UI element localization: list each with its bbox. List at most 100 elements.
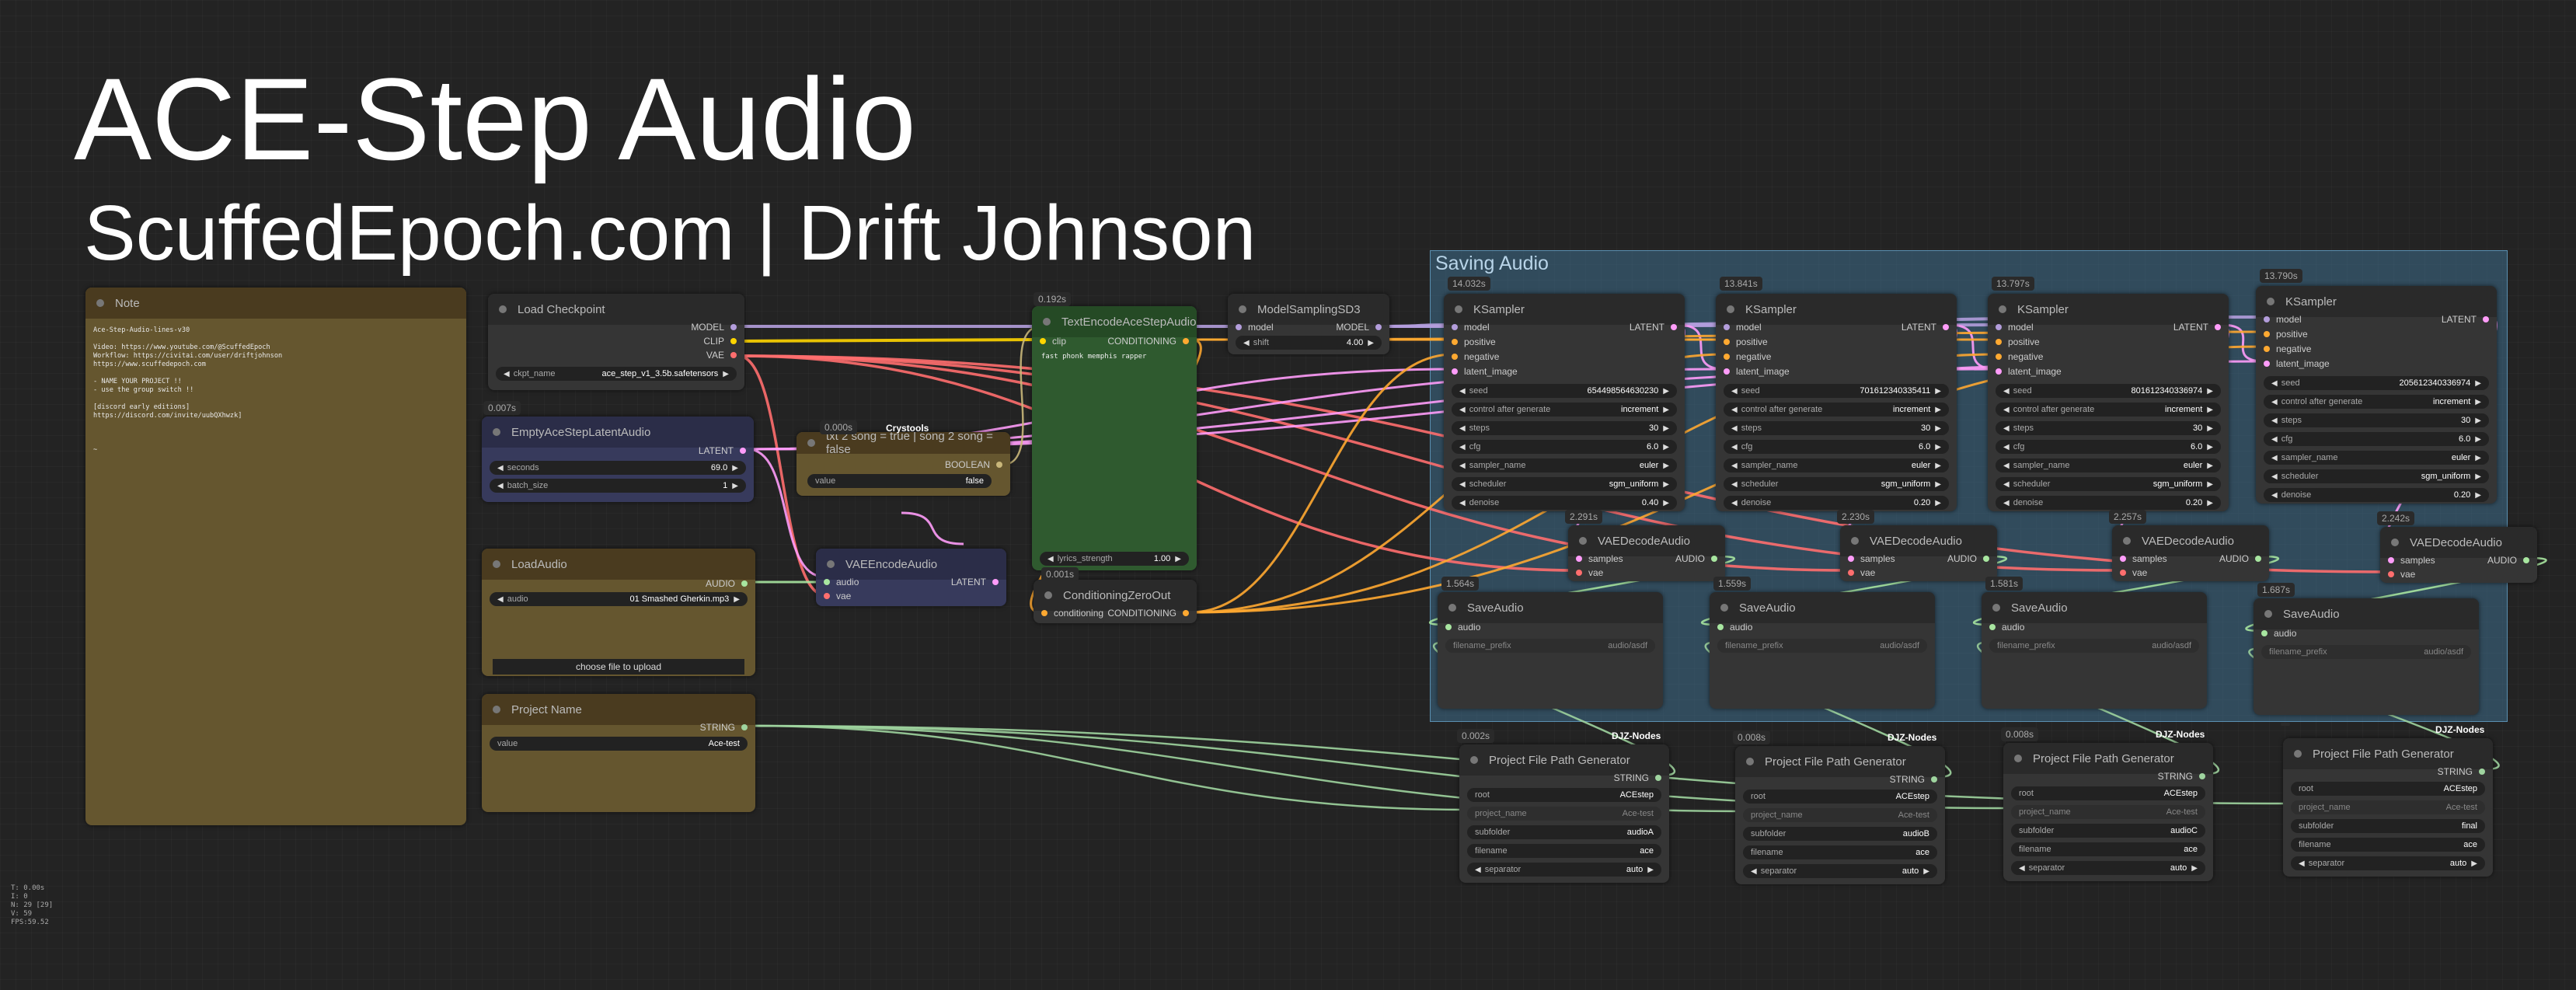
input-conditioning[interactable]: conditioning (1041, 608, 1103, 619)
input-samples[interactable]: samples (1576, 553, 1623, 564)
denoise-widget[interactable]: ◀ denoise 0.20 ▶ (1724, 496, 1949, 510)
node-header[interactable]: VAEDecodeAudio (1840, 525, 1997, 556)
node-header[interactable]: KSampler (1444, 294, 1685, 325)
input-audio[interactable]: audio (1717, 622, 1752, 633)
link-wire[interactable] (901, 511, 964, 546)
output-audio[interactable]: AUDIO (1947, 553, 1989, 564)
collapse-dot-icon[interactable] (1579, 537, 1587, 545)
output-latent[interactable]: LATENT (2442, 314, 2489, 325)
switch-node[interactable]: txt 2 song = true | song 2 song = false … (797, 432, 1010, 496)
input-vae[interactable]: vae (824, 591, 851, 601)
node-header[interactable]: EmptyAceStepLatentAudio (482, 417, 754, 448)
input-vae[interactable]: vae (2388, 569, 2415, 580)
input-positive[interactable]: positive (1452, 336, 1496, 347)
input-negative[interactable]: negative (2264, 343, 2311, 354)
input-model[interactable]: model (1724, 322, 1762, 333)
input-positive[interactable]: positive (1996, 336, 2040, 347)
steps-widget[interactable]: ◀ steps 30 ▶ (1996, 421, 2221, 435)
node-header[interactable]: KSampler (1716, 294, 1957, 325)
collapse-dot-icon[interactable] (1746, 758, 1754, 765)
cfg-widget[interactable]: ◀ cfg 6.0 ▶ (1724, 440, 1949, 454)
conditioning-zero-out-node[interactable]: ConditioningZeroOut conditioning CONDITI… (1034, 580, 1197, 623)
collapse-dot-icon[interactable] (493, 428, 500, 436)
collapse-dot-icon[interactable] (1470, 756, 1478, 764)
output-latent[interactable]: LATENT (1901, 322, 1949, 333)
output-conditioning[interactable]: CONDITIONING (1107, 336, 1189, 347)
node-header[interactable]: KSampler (1988, 294, 2229, 325)
separator-combo[interactable]: ◀ separator auto ▶ (1743, 864, 1937, 878)
collapse-dot-icon[interactable] (2391, 539, 2399, 546)
filename-input[interactable]: filename ace (2011, 842, 2205, 856)
subfolder-input[interactable]: subfolder audioB (1743, 827, 1937, 841)
input-latent-image[interactable]: latent_image (2264, 358, 2330, 369)
collapse-dot-icon[interactable] (2014, 755, 2022, 762)
vae-decode-node[interactable]: VAEDecodeAudio samples AUDIO vae (1840, 525, 1997, 581)
collapse-dot-icon[interactable] (1044, 591, 1052, 599)
node-header[interactable]: VAEDecodeAudio (2380, 527, 2537, 558)
control-after-generate-combo[interactable]: ◀ control after generate increment ▶ (1724, 403, 1949, 417)
text-encode-node[interactable]: TextEncodeAceStepAudio clip CONDITIONING… (1032, 306, 1197, 570)
separator-combo[interactable]: ◀ separator auto ▶ (2011, 861, 2205, 875)
input-negative[interactable]: negative (1724, 351, 1771, 362)
link-wire[interactable] (737, 338, 1042, 343)
sampler-name-combo[interactable]: ◀ sampler_name euler ▶ (1452, 458, 1677, 472)
project-file-path-generator-node[interactable]: Project File Path Generator STRING root A… (1459, 744, 1669, 883)
node-header[interactable]: txt 2 song = true | song 2 song = false (797, 432, 1010, 456)
subfolder-input[interactable]: subfolder final (2291, 819, 2485, 833)
node-header[interactable]: SaveAudio (2254, 598, 2479, 629)
node-header[interactable]: SaveAudio (1710, 592, 1935, 623)
node-header[interactable]: VAEEncodeAudio (816, 549, 1006, 580)
output-clip[interactable]: CLIP (703, 336, 737, 347)
input-positive[interactable]: positive (2264, 329, 2308, 340)
collapse-dot-icon[interactable] (1455, 305, 1462, 313)
input-audio[interactable]: audio (1989, 622, 2024, 633)
output-latent[interactable]: LATENT (699, 445, 746, 456)
node-header[interactable]: SaveAudio (1438, 592, 1663, 623)
seed-widget[interactable]: ◀ seed 205612340336974 ▶ (2264, 376, 2489, 390)
ksampler-node[interactable]: KSampler model LATENT positive negative … (1716, 294, 1957, 511)
scheduler-combo[interactable]: ◀ scheduler sgm_uniform ▶ (1724, 477, 1949, 491)
seconds-widget[interactable]: ◀ seconds 69.0 ▶ (490, 461, 746, 475)
load-audio-node[interactable]: LoadAudio AUDIO ◀ audio 01 Smashed Gherkin… (482, 549, 755, 676)
shift-widget[interactable]: ◀ shift 4.00 ▶ (1236, 336, 1382, 350)
output-model[interactable]: MODEL (1336, 322, 1382, 333)
node-header[interactable]: Project File Path Generator (1735, 746, 1945, 777)
save-audio-node[interactable]: SaveAudio audio filename_prefix audio/asd… (1438, 592, 1663, 709)
collapse-dot-icon[interactable] (1448, 604, 1456, 612)
collapse-dot-icon[interactable] (493, 706, 500, 713)
denoise-widget[interactable]: ◀ denoise 0.20 ▶ (2264, 488, 2489, 502)
collapse-dot-icon[interactable] (1043, 318, 1051, 326)
tags-textarea[interactable]: fast phonk memphis rapper (1041, 353, 1187, 361)
output-model[interactable]: MODEL (691, 322, 737, 333)
collapse-dot-icon[interactable] (2294, 750, 2302, 758)
output-string[interactable]: STRING (700, 722, 748, 733)
filename-input[interactable]: filename ace (1467, 844, 1661, 858)
subfolder-input[interactable]: subfolder audioA (1467, 825, 1661, 839)
input-model[interactable]: model (2264, 314, 2302, 325)
sampler-name-combo[interactable]: ◀ sampler_name euler ▶ (1996, 458, 2221, 472)
model-sampling-node[interactable]: ModelSamplingSD3 model MODEL ◀ shift 4.00 ▶ (1228, 294, 1389, 354)
project-name-input[interactable]: project_name Ace-test (1743, 808, 1937, 822)
node-header[interactable]: Project File Path Generator (2283, 738, 2493, 769)
batch-size-widget[interactable]: ◀ batch_size 1 ▶ (490, 479, 746, 493)
node-header[interactable]: TextEncodeAceStepAudio (1032, 306, 1197, 337)
input-model[interactable]: model (1996, 322, 2034, 333)
vae-decode-node[interactable]: VAEDecodeAudio samples AUDIO vae (2112, 525, 2269, 581)
input-vae[interactable]: vae (1848, 567, 1875, 578)
vae-decode-node[interactable]: VAEDecodeAudio samples AUDIO vae (2380, 527, 2537, 583)
output-audio[interactable]: AUDIO (2487, 555, 2529, 566)
filename-input[interactable]: filename ace (1743, 845, 1937, 859)
node-header[interactable]: KSampler (2256, 286, 2497, 317)
input-latent-image[interactable]: latent_image (1724, 366, 1790, 377)
project-name-node[interactable]: Project Name STRING value Ace-test (482, 694, 755, 812)
input-vae[interactable]: vae (2120, 567, 2147, 578)
node-header[interactable]: ConditioningZeroOut (1034, 580, 1197, 611)
output-string[interactable]: STRING (1890, 774, 1937, 785)
output-string[interactable]: STRING (2438, 766, 2485, 777)
denoise-widget[interactable]: ◀ denoise 0.20 ▶ (1996, 496, 2221, 510)
node-header[interactable]: Project File Path Generator (2003, 743, 2213, 774)
project-name-input[interactable]: value Ace-test (490, 737, 748, 751)
seed-widget[interactable]: ◀ seed 801612340336974 ▶ (1996, 384, 2221, 398)
input-negative[interactable]: negative (1452, 351, 1499, 362)
collapse-dot-icon[interactable] (2264, 610, 2272, 618)
